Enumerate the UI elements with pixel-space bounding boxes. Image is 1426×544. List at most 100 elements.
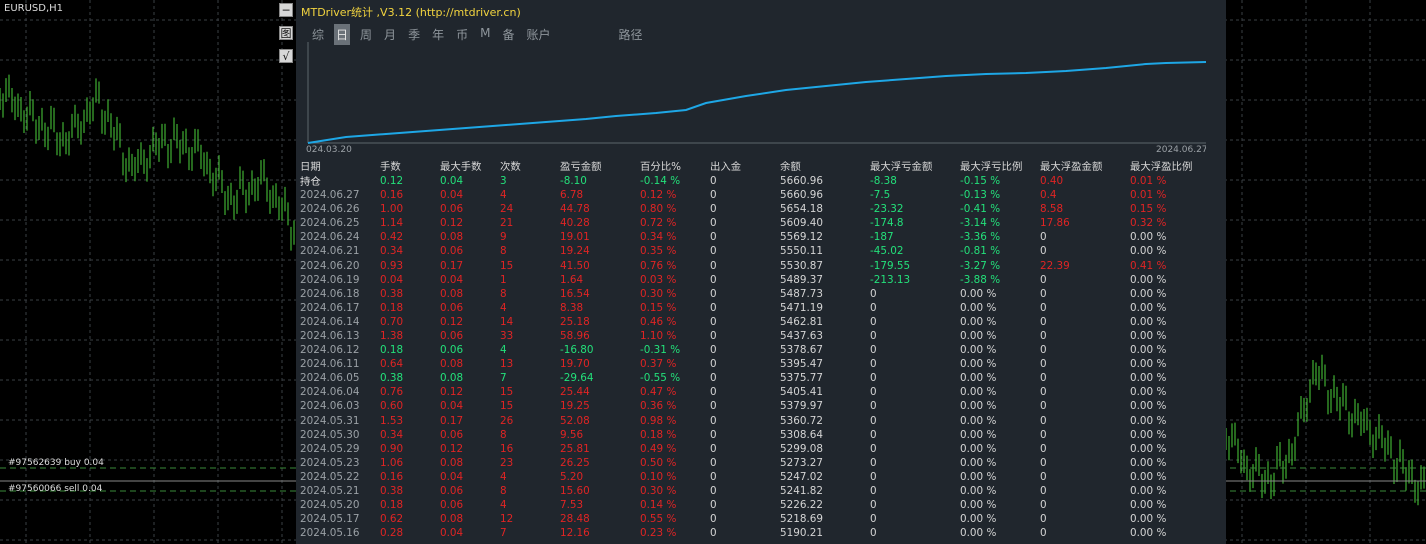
table-row[interactable]: 2024.06.20 0.93 0.17 15 41.50 0.76 % 0 5530.87 -… <box>300 258 1220 272</box>
table-row[interactable]: 2024.06.26 1.00 0.06 24 44.78 0.80 % 0 5654.18 -… <box>300 202 1220 216</box>
cell-date: 2024.06.17 <box>300 301 360 314</box>
cell-lots: 0.70 <box>380 315 404 328</box>
col-lots[interactable]: 手数 <box>380 158 440 173</box>
cell-pnl: 15.60 <box>560 485 590 498</box>
cell-date: 2024.05.20 <box>300 499 360 512</box>
table-row[interactable]: 2024.06.11 0.64 0.08 13 19.70 0.37 % 0 5395.47 0… <box>300 357 1220 371</box>
table-row[interactable]: 2024.06.25 1.14 0.12 21 40.28 0.72 % 0 5609.40 -… <box>300 216 1220 230</box>
col-date[interactable]: 日期 <box>300 158 380 173</box>
table-row[interactable]: 2024.05.23 1.06 0.08 23 26.25 0.50 % 0 5273.27 0… <box>300 456 1220 470</box>
cell-balance: 5660.96 <box>780 174 823 187</box>
cell-max-fp: 0 <box>1040 470 1047 483</box>
cell-max-dd: 0 <box>870 428 877 441</box>
cell-pct: 0.10 % <box>640 470 677 483</box>
table-row[interactable]: 2024.06.13 1.38 0.06 33 58.96 1.10 % 0 5437.63 0… <box>300 329 1220 343</box>
cell-io: 0 <box>710 301 717 314</box>
cell-max-fp: 0.4 <box>1040 189 1057 202</box>
table-row[interactable]: 2024.06.21 0.34 0.06 8 19.24 0.35 % 0 5550.11 -4… <box>300 244 1220 258</box>
cell-pnl: 41.50 <box>560 259 590 272</box>
cell-date: 2024.06.19 <box>300 273 360 286</box>
table-row[interactable]: 2024.05.22 0.16 0.04 4 5.20 0.10 % 0 5247.02 0 0.… <box>300 470 1220 484</box>
cell-max-fp: 22.39 <box>1040 259 1070 272</box>
cell-pct: 0.55 % <box>640 513 677 526</box>
table-row[interactable]: 2024.06.05 0.38 0.08 7 -29.64 -0.55 % 0 5375.77… <box>300 371 1220 385</box>
cell-max-dd: 0 <box>870 301 877 314</box>
cell-count: 24 <box>500 203 514 216</box>
table-row[interactable]: 2024.05.21 0.38 0.06 8 15.60 0.30 % 0 5241.82 0 0… <box>300 484 1220 498</box>
table-row[interactable]: 2024.06.14 0.70 0.12 14 25.18 0.46 % 0 5462.81 0… <box>300 315 1220 329</box>
table-row[interactable]: 2024.06.18 0.38 0.08 8 16.54 0.30 % 0 5487.73 0 0… <box>300 287 1220 301</box>
cell-max-fp: 0.40 <box>1040 174 1064 187</box>
col-balance[interactable]: 余额 <box>780 158 870 173</box>
cell-max-lots: 0.04 <box>440 273 464 286</box>
chart-toggle-button[interactable]: 图 <box>279 26 293 40</box>
cell-balance: 5360.72 <box>780 414 823 427</box>
table-row[interactable]: 2024.05.16 0.28 0.04 7 12.16 0.23 % 0 5190.21 0 0… <box>300 526 1220 540</box>
col-percent[interactable]: 百分比% <box>640 158 710 173</box>
cell-max-dd: 0 <box>870 400 877 413</box>
col-max-float-profit-pct[interactable]: 最大浮盈比例 <box>1130 158 1220 173</box>
minimize-button[interactable]: ─ <box>279 3 293 17</box>
cell-io: 0 <box>710 259 717 272</box>
cell-io: 0 <box>710 485 717 498</box>
cell-date: 2024.06.25 <box>300 217 360 230</box>
table-row[interactable]: 2024.06.17 0.18 0.06 4 8.38 0.15 % 0 5471.19 0 0.… <box>300 301 1220 315</box>
table-row[interactable]: 2024.06.04 0.76 0.12 15 25.44 0.47 % 0 5405.41 0… <box>300 385 1220 399</box>
cell-max-dd: 0 <box>870 499 877 512</box>
cell-date: 2024.06.20 <box>300 259 360 272</box>
col-max-float-profit[interactable]: 最大浮盈金额 <box>1040 158 1130 173</box>
holding-row[interactable]: 持仓 0.12 0.04 3 -8.10 -0.14 % 0 5660.96 -8.38 -0.1… <box>300 173 1220 189</box>
table-row[interactable]: 2024.06.27 0.16 0.04 4 6.78 0.12 % 0 5660.96 -7.… <box>300 188 1220 202</box>
cell-max-fp-pct: 0.00 % <box>1130 231 1167 244</box>
table-row[interactable]: 2024.06.19 0.04 0.04 1 1.64 0.03 % 0 5489.37 -21… <box>300 273 1220 287</box>
table-row[interactable]: 2024.05.20 0.18 0.06 4 7.53 0.14 % 0 5226.22 0 0.… <box>300 498 1220 512</box>
confirm-button[interactable]: √ <box>279 49 293 63</box>
col-max-drawdown[interactable]: 最大浮亏金额 <box>870 158 960 173</box>
cell-lots: 0.16 <box>380 470 404 483</box>
cell-date: 2024.06.05 <box>300 372 360 385</box>
cell-max-dd-pct: 0.00 % <box>960 456 997 469</box>
table-header-row: 日期 手数 最大手数 次数 盈亏金额 百分比% 出入金 余额 最大浮亏金额 最大… <box>300 158 1220 173</box>
col-max-lots[interactable]: 最大手数 <box>440 158 500 173</box>
cell-max-fp-pct: 0.00 % <box>1130 428 1167 441</box>
cell-io: 0 <box>710 442 717 455</box>
cell-max-fp: 0 <box>1040 358 1047 371</box>
col-count[interactable]: 次数 <box>500 158 560 173</box>
table-row[interactable]: 2024.05.17 0.62 0.08 12 28.48 0.55 % 0 5218.69 0… <box>300 512 1220 526</box>
panel-title-bar[interactable]: MTDriver统计 ,V3.12 (http://mtdriver.cn) <box>296 0 1226 22</box>
cell-balance: 5308.64 <box>780 428 823 441</box>
cell-io: 0 <box>710 414 717 427</box>
cell-pnl: 12.16 <box>560 527 590 540</box>
cell-balance: 5375.77 <box>780 372 823 385</box>
col-deposit[interactable]: 出入金 <box>710 158 780 173</box>
cell-max-lots: 0.04 <box>440 400 464 413</box>
cell-pct: -0.31 % <box>640 344 681 357</box>
cell-max-fp-pct: 0.00 % <box>1130 344 1167 357</box>
cell-balance: 5471.19 <box>780 301 823 314</box>
cell-max-dd: -213.13 <box>870 273 911 286</box>
table-row[interactable]: 2024.06.24 0.42 0.08 9 19.01 0.34 % 0 5569.12 -1… <box>300 230 1220 244</box>
cell-max-fp: 0 <box>1040 428 1047 441</box>
cell-pct: 0.18 % <box>640 428 677 441</box>
cell-max-dd-pct: 0.00 % <box>960 442 997 455</box>
table-row[interactable]: 2024.05.30 0.34 0.06 8 9.56 0.18 % 0 5308.64 0 0.… <box>300 428 1220 442</box>
cell-max-fp-pct: 0.00 % <box>1130 485 1167 498</box>
table-row[interactable]: 2024.05.31 1.53 0.17 26 52.08 0.98 % 0 5360.72 0… <box>300 414 1220 428</box>
cell-date: 2024.06.18 <box>300 287 360 300</box>
cell-pct: 0.76 % <box>640 259 677 272</box>
cell-max-dd-pct: 0.00 % <box>960 301 997 314</box>
cell-pct: 0.80 % <box>640 203 677 216</box>
cell-io: 0 <box>710 273 717 286</box>
table-row[interactable]: 2024.05.29 0.90 0.12 16 25.81 0.49 % 0 5299.08 0… <box>300 442 1220 456</box>
cell-date: 2024.06.03 <box>300 400 360 413</box>
equity-curve-chart: 024.03.20 2024.06.27 <box>306 42 1206 154</box>
cell-count: 4 <box>500 344 507 357</box>
cell-balance: 5530.87 <box>780 259 823 272</box>
cell-date: 2024.06.21 <box>300 245 360 258</box>
col-pnl[interactable]: 盈亏金额 <box>560 158 640 173</box>
cell-max-dd: -7.5 <box>870 189 891 202</box>
table-row[interactable]: 2024.06.12 0.18 0.06 4 -16.80 -0.31 % 0 5378.67… <box>300 343 1220 357</box>
table-row[interactable]: 2024.06.03 0.60 0.04 15 19.25 0.36 % 0 5379.97 0… <box>300 399 1220 413</box>
col-max-drawdown-pct[interactable]: 最大浮亏比例 <box>960 158 1040 173</box>
cell-balance: 5609.40 <box>780 217 823 230</box>
